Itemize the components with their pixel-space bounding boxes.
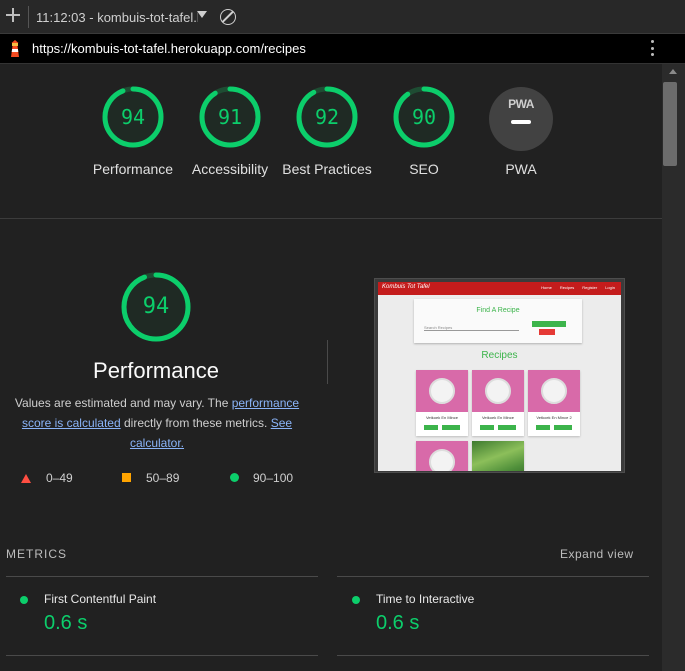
recipe-card-title: Vetkoek En Mince	[481, 415, 515, 420]
site-nav-links: Home Recipes Register Login	[541, 285, 615, 290]
gauge-score: 90	[411, 105, 437, 129]
recipes-heading: Recipes	[481, 350, 518, 361]
recipe-card	[472, 441, 524, 471]
legend-pass: 90–100	[253, 471, 294, 485]
gauge-accessibility[interactable]: 91	[198, 85, 262, 149]
recipe-image	[472, 370, 524, 412]
expand-view-toggle[interactable]: Expand view	[560, 547, 634, 561]
gauge-label-accessibility[interactable]: Accessibility	[170, 159, 290, 179]
metric-label-tti: Time to Interactive	[376, 592, 475, 606]
average-square-icon	[122, 473, 131, 482]
recipe-card-title: Vetkoek En Mince	[425, 415, 459, 420]
final-screenshot[interactable]: Kombuis Tot Tafel Home Recipes Register Log…	[374, 278, 625, 473]
pwa-badge-icon: PWA	[508, 97, 534, 111]
recipe-image	[528, 370, 580, 412]
gauge-score: 92	[314, 105, 340, 129]
performance-gauge: 94	[120, 271, 192, 343]
recipe-card: Vetkoek En Mince	[472, 370, 524, 436]
gauge-score: 94	[120, 105, 146, 129]
recipe-image	[416, 441, 468, 471]
recipe-card: Vetkoek En Mince	[416, 370, 468, 436]
legend-fail: 0–49	[46, 471, 73, 485]
screenshot-page: Kombuis Tot Tafel Home Recipes Register Log…	[378, 282, 621, 471]
gauge-score: 91	[217, 105, 243, 129]
pass-circle-icon	[352, 596, 360, 604]
toolbar-separator	[28, 6, 29, 28]
devtools-toolbar: 11:12:03 - kombuis-tot-tafel.he	[0, 0, 685, 34]
more-options-icon[interactable]	[651, 40, 655, 58]
performance-title: Performance	[93, 358, 219, 383]
site-navbar: Kombuis Tot Tafel Home Recipes Register Log…	[378, 282, 621, 295]
site-brand: Kombuis Tot Tafel	[382, 284, 430, 290]
legend-average: 50–89	[146, 471, 180, 485]
scrollbar-thumb[interactable]	[663, 82, 677, 166]
gauge-seo[interactable]: 90	[392, 85, 456, 149]
report-session-select[interactable]: 11:12:03 - kombuis-tot-tafel.he	[36, 10, 198, 25]
gauge-performance[interactable]: 94	[101, 85, 165, 149]
fail-triangle-icon	[21, 474, 31, 483]
metric-divider	[6, 576, 318, 577]
gauge-pwa[interactable]: PWA	[489, 87, 553, 151]
recipe-card-title: Vetkoek En Mince 2	[536, 415, 572, 420]
find-recipe-title: Find A Recipe	[476, 307, 520, 314]
pwa-not-applicable-dash	[511, 120, 531, 124]
gauge-best-practices[interactable]: 92	[295, 85, 359, 149]
site-reset-button	[539, 329, 555, 335]
lighthouse-logo-icon	[11, 40, 19, 57]
performance-description: Values are estimated and may vary. The p…	[14, 396, 300, 450]
report-url-bar: https://kombuis-tot-tafel.herokuapp.com/…	[0, 34, 685, 64]
recipe-image	[416, 370, 468, 412]
site-search-button	[532, 321, 566, 327]
metric-value-fcp: 0.6 s	[44, 612, 88, 634]
chevron-down-icon[interactable]	[197, 11, 207, 18]
gauge-label-best-practices[interactable]: Best Practices	[277, 159, 377, 179]
recipe-card	[416, 441, 468, 471]
report-url[interactable]: https://kombuis-tot-tafel.herokuapp.com/…	[32, 41, 306, 56]
metric-divider	[337, 576, 649, 577]
pass-circle-icon	[230, 473, 239, 482]
new-report-plus-icon[interactable]	[4, 6, 22, 24]
recipe-card: Vetkoek En Mince 2	[528, 370, 580, 436]
metrics-heading: METRICS	[6, 547, 67, 561]
section-divider	[0, 218, 662, 219]
metric-label-fcp: First Contentful Paint	[44, 592, 157, 606]
gauge-label-pwa[interactable]: PWA	[461, 159, 581, 179]
site-search-input: Search Recipes	[424, 325, 519, 331]
find-recipe-panel: Find A Recipe Search Recipes	[414, 299, 582, 343]
metric-value-tti: 0.6 s	[376, 612, 420, 634]
metric-divider	[6, 655, 318, 656]
performance-score: 94	[142, 294, 170, 319]
vertical-separator	[327, 340, 328, 384]
metric-divider	[337, 655, 649, 656]
scroll-up-arrow-icon[interactable]	[669, 69, 677, 74]
recipe-image	[472, 441, 524, 471]
pass-circle-icon	[20, 596, 28, 604]
clear-all-icon[interactable]	[220, 9, 236, 25]
